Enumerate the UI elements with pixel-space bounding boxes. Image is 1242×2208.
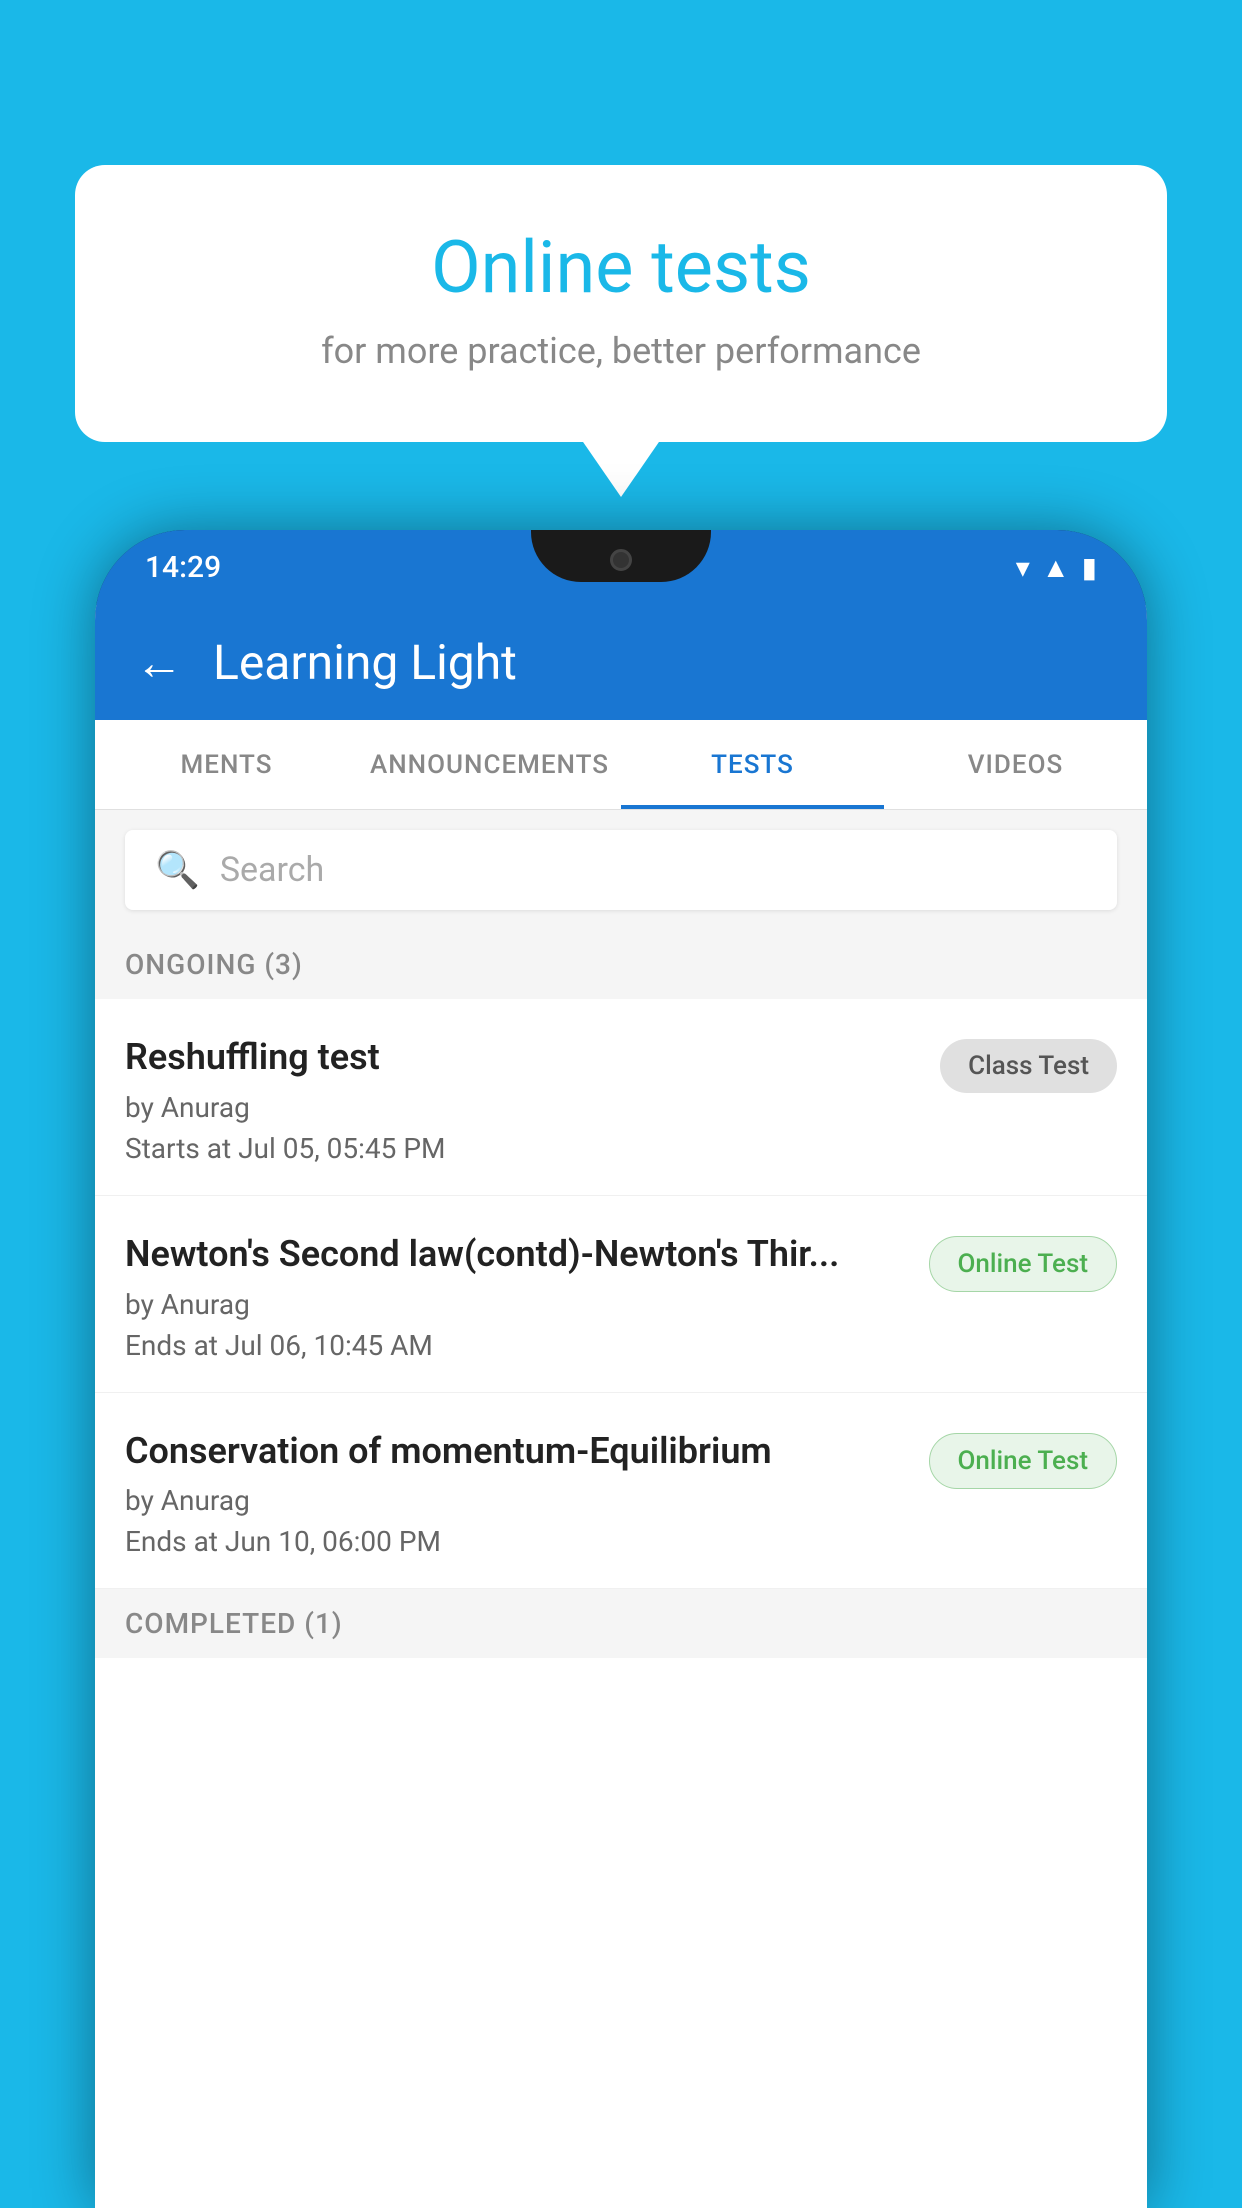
test-title-3: Conservation of momentum-Equilibrium (125, 1428, 909, 1475)
test-by-3: by Anurag (125, 1484, 909, 1517)
test-time-3: Ends at Jun 10, 06:00 PM (125, 1525, 909, 1558)
test-info-2: Newton's Second law(contd)-Newton's Thir… (125, 1231, 909, 1362)
wifi-icon: ▾ (1016, 551, 1030, 584)
tab-tests[interactable]: TESTS (621, 720, 884, 809)
completed-header-text: COMPLETED (1) (125, 1607, 343, 1640)
app-bar-title: Learning Light (213, 634, 517, 691)
test-info-3: Conservation of momentum-Equilibrium by … (125, 1428, 909, 1559)
test-by-2: by Anurag (125, 1288, 909, 1321)
ongoing-section-header: ONGOING (3) (95, 930, 1147, 999)
speech-bubble-title: Online tests (155, 225, 1087, 310)
test-time-2: Ends at Jul 06, 10:45 AM (125, 1329, 909, 1362)
camera-dot (610, 549, 632, 571)
test-badge-1: Class Test (940, 1039, 1117, 1093)
speech-bubble: Online tests for more practice, better p… (75, 165, 1167, 442)
tab-videos[interactable]: VIDEOS (884, 720, 1147, 809)
back-button[interactable]: ← (135, 634, 183, 691)
tab-announcements[interactable]: ANNOUNCEMENTS (358, 720, 621, 809)
search-bar[interactable]: 🔍 Search (125, 830, 1117, 910)
tab-ments[interactable]: MENTS (95, 720, 358, 809)
search-icon: 🔍 (155, 849, 200, 891)
test-item-3[interactable]: Conservation of momentum-Equilibrium by … (95, 1393, 1147, 1590)
test-item-1[interactable]: Reshuffling test by Anurag Starts at Jul… (95, 999, 1147, 1196)
test-title-2: Newton's Second law(contd)-Newton's Thir… (125, 1231, 909, 1278)
phone-frame: 14:29 ▾ ▲ ▮ ← Learning Light MENTS ANNOU… (95, 530, 1147, 2208)
tabs: MENTS ANNOUNCEMENTS TESTS VIDEOS (95, 720, 1147, 810)
notch (531, 530, 711, 582)
signal-icon: ▲ (1042, 551, 1070, 584)
app-bar: ← Learning Light (95, 605, 1147, 720)
ongoing-header-text: ONGOING (3) (125, 948, 303, 981)
search-container: 🔍 Search (95, 810, 1147, 930)
test-item-2[interactable]: Newton's Second law(contd)-Newton's Thir… (95, 1196, 1147, 1393)
test-list: Reshuffling test by Anurag Starts at Jul… (95, 999, 1147, 1589)
battery-icon: ▮ (1082, 551, 1097, 584)
status-time: 14:29 (145, 550, 221, 585)
test-title-1: Reshuffling test (125, 1034, 920, 1081)
completed-section-header: COMPLETED (1) (95, 1589, 1147, 1658)
test-badge-2: Online Test (929, 1236, 1118, 1292)
status-bar: 14:29 ▾ ▲ ▮ (95, 530, 1147, 605)
test-by-1: by Anurag (125, 1091, 920, 1124)
test-info-1: Reshuffling test by Anurag Starts at Jul… (125, 1034, 920, 1165)
search-placeholder: Search (220, 850, 324, 890)
test-time-1: Starts at Jul 05, 05:45 PM (125, 1132, 920, 1165)
speech-bubble-subtitle: for more practice, better performance (155, 330, 1087, 372)
test-badge-3: Online Test (929, 1433, 1118, 1489)
phone-screen: ← Learning Light MENTS ANNOUNCEMENTS TES… (95, 605, 1147, 2208)
status-icons: ▾ ▲ ▮ (1016, 551, 1097, 584)
